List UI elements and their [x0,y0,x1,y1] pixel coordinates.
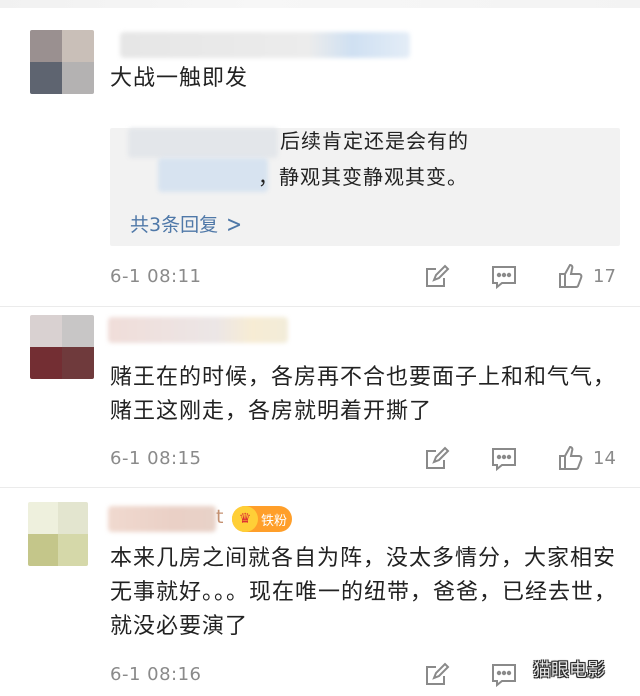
comment-text: 大战一触即发 [110,66,249,91]
avatar[interactable] [30,315,94,379]
avatar[interactable] [30,30,94,94]
chevron-right-icon: > [226,211,243,239]
comment-icon [492,664,516,688]
reply-username-blurred [128,128,278,158]
comment-item: 赌王在的时候，各房再不合也要面子上和和气气，赌王这刚走，各房就明着开撕了 6-1… [0,307,640,487]
reply-icon [426,662,450,685]
reply-button[interactable] [424,264,450,290]
watermark-logo-text: 猫眼电影 [533,660,605,681]
comment-timestamp: 6-1 08:11 [110,266,202,287]
fan-badge[interactable]: ♛ 铁粉 [232,506,292,532]
comment-timestamp: 6-1 08:16 [110,664,202,685]
comment-text: 本来几房之间就各自为阵，没太多情分，大家相安无事就好。。。现在唯一的纽带，爸爸，… [110,546,618,639]
username-blurred[interactable] [120,32,410,58]
reply-username-blurred-2 [158,158,268,192]
comment-button[interactable] [490,662,518,688]
avatar[interactable] [28,502,88,566]
comment-button[interactable] [490,446,518,472]
reply-line-1: 后续肯定还是会有的 [280,129,469,153]
reply-button[interactable] [424,446,450,472]
replies-preview[interactable]: 后续肯定还是会有的 ，静观其变静观其变。 共3条回复 > [110,128,620,246]
reply-button[interactable] [424,662,450,688]
comment-icon [492,448,516,472]
username-blurred[interactable] [108,506,216,532]
view-replies-label: 共3条回复 [130,214,219,236]
comment-text: 赌王在的时候，各房再不合也要面子上和和气气，赌王这刚走，各房就明着开撕了 [110,365,617,424]
reply-icon [426,446,450,469]
view-replies-link[interactable]: 共3条回复 > [130,210,243,239]
like-icon [559,445,583,470]
fan-badge-label: 铁粉 [261,513,288,529]
username-fragment: t [216,506,224,528]
comment-timestamp: 6-1 08:15 [110,448,202,469]
comment-item: 大战一触即发 后续肯定还是会有的 ，静观其变静观其变。 共3条回复 > 6-1 0… [0,0,640,306]
comment-button[interactable] [490,264,518,290]
username-blurred[interactable] [108,317,288,343]
crown-icon: ♛ [232,506,258,532]
comment-icon [492,266,516,290]
like-button[interactable]: 17 [557,262,616,290]
like-count: 17 [593,265,616,287]
like-count: 14 [593,447,616,469]
like-button[interactable]: 14 [557,444,616,472]
reply-line-2: ，静观其变静观其变。 [258,165,468,189]
like-icon [559,263,583,288]
reply-icon [426,264,450,287]
